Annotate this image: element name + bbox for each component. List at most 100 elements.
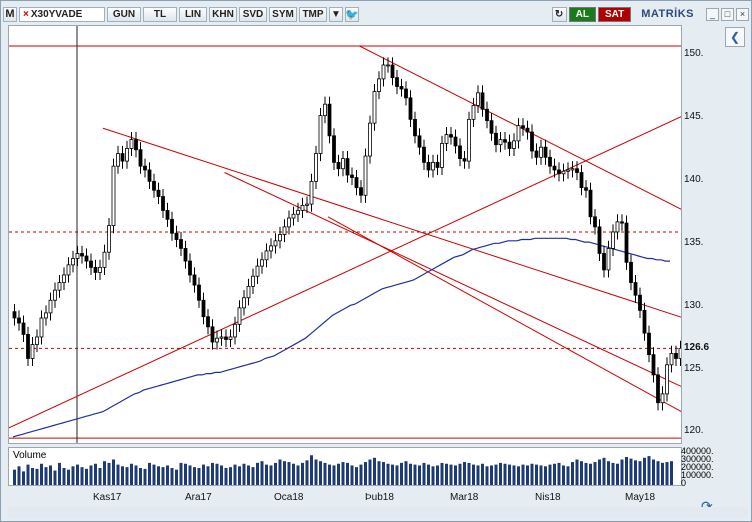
- candle-body: [318, 115, 323, 154]
- volume-bar: [157, 466, 160, 485]
- volume-bar: [454, 465, 457, 485]
- volume-bar: [647, 456, 651, 485]
- candle-body: [228, 336, 233, 340]
- volume-bar: [296, 465, 300, 485]
- candle-body: [170, 218, 174, 234]
- candle-body: [282, 226, 287, 235]
- svd-button[interactable]: SVD: [239, 6, 267, 22]
- y-tick: 120.: [684, 425, 704, 436]
- candle-body: [597, 226, 602, 254]
- candle-body: [345, 158, 350, 176]
- candle-body: [66, 264, 71, 276]
- volume-bar: [67, 469, 70, 485]
- candle-body: [548, 156, 552, 167]
- volume-bar: [359, 464, 363, 485]
- volume-bar: [134, 465, 138, 485]
- x-tick: Þub18: [365, 492, 394, 503]
- volume-bar: [580, 461, 583, 485]
- candle-body: [332, 135, 336, 163]
- x-tick: Nis18: [535, 492, 561, 503]
- volume-bar: [418, 465, 421, 485]
- line-button[interactable]: LIN: [179, 6, 207, 22]
- candle-body: [516, 125, 521, 142]
- horizontal-scrollbar[interactable]: [8, 507, 748, 518]
- candle-body: [336, 161, 341, 170]
- candle-body: [156, 189, 161, 197]
- candle-body: [669, 352, 674, 366]
- volume-bar: [53, 470, 57, 485]
- volume-chart[interactable]: Volume: [8, 447, 682, 486]
- maximize-button[interactable]: □: [721, 7, 734, 21]
- volume-bar: [143, 468, 147, 485]
- collapse-panel-icon[interactable]: ❮: [725, 27, 745, 47]
- volume-bar: [643, 457, 646, 485]
- volume-bar: [485, 466, 489, 485]
- volume-bar: [247, 465, 250, 485]
- symbol-field[interactable]: × X30YVADE: [19, 6, 105, 22]
- candle-body: [588, 189, 593, 218]
- candle-body: [89, 260, 93, 268]
- khn-button[interactable]: KHN: [209, 6, 237, 22]
- volume-chart-svg: [13, 455, 673, 485]
- period-button[interactable]: GUN: [107, 6, 141, 22]
- candle-body: [449, 134, 453, 138]
- volume-bar: [346, 462, 349, 485]
- volume-bar: [85, 468, 88, 485]
- volume-bar: [269, 465, 273, 485]
- candle-body: [399, 86, 404, 90]
- sell-button[interactable]: SAT: [597, 6, 632, 22]
- volume-bar: [328, 464, 331, 485]
- volume-bar: [548, 464, 552, 485]
- buy-button[interactable]: AL: [568, 6, 596, 22]
- volume-bar: [539, 465, 543, 485]
- candle-body: [525, 127, 530, 133]
- candle-body: [116, 153, 120, 167]
- candle-body: [120, 153, 125, 162]
- chart-toolbar: M × X30YVADE GUN TL LIN KHN SVD SYM TMP …: [3, 3, 749, 25]
- candle-body: [584, 187, 588, 191]
- candle-body: [444, 134, 449, 144]
- volume-bar: [562, 465, 565, 485]
- candle-body: [390, 64, 395, 79]
- candle-body: [368, 122, 372, 157]
- candle-body: [134, 139, 138, 151]
- candle-body: [471, 105, 476, 120]
- volume-bar: [206, 466, 210, 485]
- refresh-icon[interactable]: ↻: [551, 6, 567, 22]
- template-button[interactable]: TMP: [299, 6, 327, 22]
- candle-body: [309, 180, 314, 205]
- candle-body: [210, 326, 215, 343]
- volume-bar: [616, 463, 619, 485]
- volume-bar: [440, 462, 444, 485]
- candle-body: [341, 158, 345, 170]
- volume-bar: [242, 463, 246, 485]
- sym-button[interactable]: SYM: [269, 6, 297, 22]
- volume-bar: [112, 459, 115, 485]
- minimize-button[interactable]: _: [706, 7, 719, 21]
- volume-bar: [472, 464, 475, 485]
- volume-axis: 400000. 300000. 200000. 100000. 0: [681, 447, 723, 488]
- template-dropdown-icon[interactable]: ▼: [329, 6, 343, 22]
- candle-body: [152, 180, 156, 191]
- currency-button[interactable]: TL: [143, 6, 177, 22]
- volume-bar: [323, 462, 327, 485]
- volume-bar: [58, 462, 61, 485]
- volume-bar: [449, 464, 453, 485]
- price-chart[interactable]: [8, 25, 682, 444]
- vol-tick: 0: [681, 478, 687, 488]
- volume-bar: [458, 463, 462, 485]
- candle-body: [489, 120, 494, 134]
- volume-bar: [481, 463, 484, 485]
- menu-m-button[interactable]: M: [3, 6, 17, 22]
- close-button[interactable]: ×: [736, 7, 749, 21]
- moving-average-line: [12, 237, 670, 438]
- candle-body: [557, 169, 561, 175]
- symbol-close-icon[interactable]: ×: [23, 9, 29, 20]
- y-tick: 145.: [684, 111, 704, 122]
- volume-bar: [544, 466, 547, 485]
- volume-bar: [490, 465, 493, 485]
- twitter-icon[interactable]: 🐦: [345, 6, 359, 22]
- x-tick: May18: [625, 492, 656, 503]
- volume-bar: [620, 459, 624, 485]
- candle-body: [255, 265, 260, 277]
